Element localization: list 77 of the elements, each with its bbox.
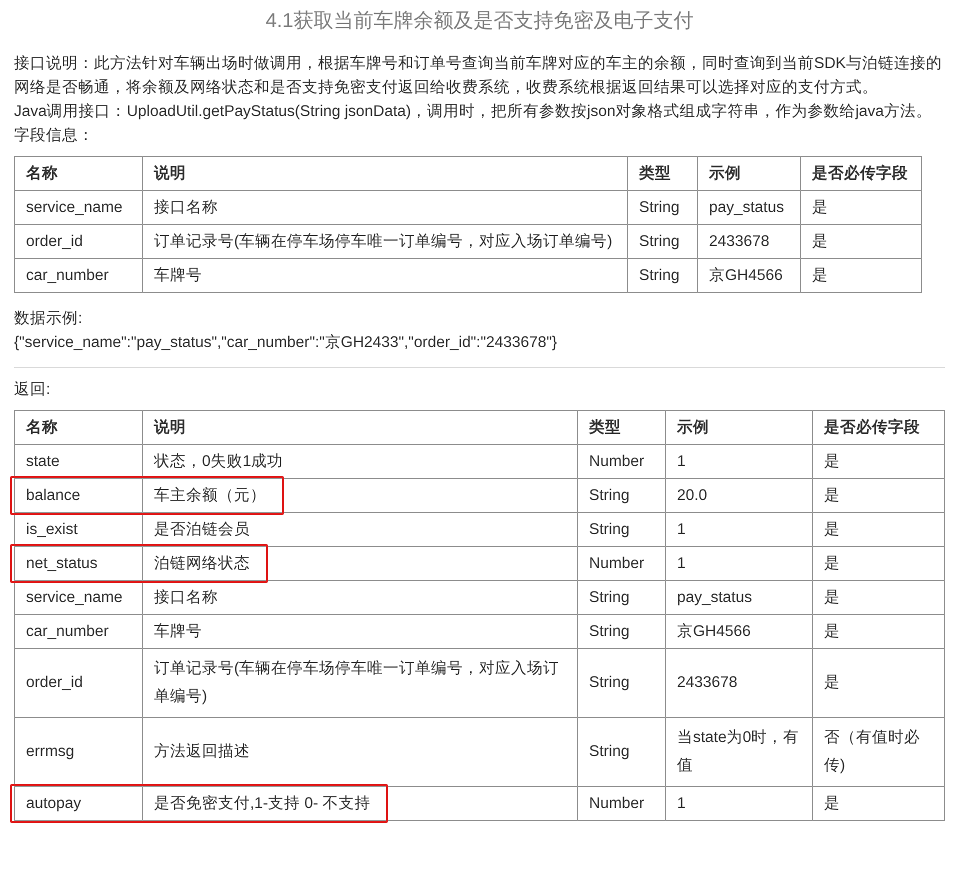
- table-cell: 是否泊链会员: [154, 521, 250, 538]
- table-cell: 接口名称: [142, 190, 628, 224]
- table-cell: 京GH4566: [666, 614, 812, 648]
- table-cell: 泊链网络状态: [154, 555, 250, 572]
- table-cell: String: [578, 512, 666, 546]
- table-cell: 1: [666, 444, 812, 478]
- table-cell: Number: [578, 786, 666, 820]
- table-cell: 状态，0失败1成功: [154, 453, 284, 470]
- column-header: 是否必传字段: [812, 410, 944, 444]
- table-cell: 是: [812, 512, 944, 546]
- paragraph: Java调用接口：UploadUtil.getPayStatus(String jsonData)，调用时，把所有参数按json对象格式组成字符串，作为参数给java方法。: [14, 102, 933, 122]
- table-cell: 2433678: [666, 648, 812, 718]
- page-title: 4.1获取当前车牌余额及是否支持免密及电子支付: [264, 9, 694, 34]
- example-label: 数据示例:: [14, 309, 84, 329]
- table-cell: 车牌号: [142, 258, 628, 292]
- table-cell: 方法返回描述: [154, 743, 250, 760]
- table-cell: String: [628, 224, 698, 258]
- table-cell: 订单记录号(车辆在停车场停车唯一订单编号，对应入场订单编号): [154, 660, 560, 705]
- column-header: 示例: [666, 410, 812, 444]
- json-example: {"service_name":"pay_status","car_number":"京GH2433","order_id":"2433678"}: [14, 333, 558, 353]
- return-label: 返回:: [14, 380, 52, 400]
- table-cell: String: [628, 190, 698, 224]
- table-cell: car_number: [14, 258, 142, 292]
- table-cell: String: [578, 648, 666, 718]
- table-cell: 是: [812, 614, 944, 648]
- table-cell: car_number: [14, 614, 142, 648]
- table-cell: 1: [666, 546, 812, 580]
- table-cell: 否（有值时必传): [812, 718, 944, 786]
- table-cell: String: [578, 580, 666, 614]
- table-cell: 1: [666, 786, 812, 820]
- column-header: 类型: [628, 156, 698, 190]
- column-header: 示例: [698, 156, 800, 190]
- column-header: 是否必传字段: [800, 156, 922, 190]
- table-cell: 1: [666, 512, 812, 546]
- paragraph: 接口说明：此方法针对车辆出场时做调用，根据车牌号和订单号查询当前车牌对应的车主的余额，同时查询到当前SDK与泊链连接的网络是否畅通，将余额及网络状态和是否支持免密支付返回给收费系统，收费系统根据返回结果可以选择对应的支付方式。: [14, 54, 943, 98]
- column-header: 名称: [14, 156, 142, 190]
- column-header: 名称: [14, 410, 142, 444]
- table-cell: 是: [800, 258, 922, 292]
- table-cell: Number: [578, 444, 666, 478]
- table-cell: 2433678: [698, 224, 800, 258]
- table-cell: state: [14, 444, 142, 478]
- table-cell: 是: [800, 224, 922, 258]
- table-cell: 是: [812, 444, 944, 478]
- table-cell: 车主余额（元）: [154, 487, 266, 504]
- table-cell: net_status: [14, 546, 142, 580]
- table-cell: String: [578, 718, 666, 786]
- table-cell: Number: [578, 546, 666, 580]
- table-cell: 20.0: [666, 478, 812, 512]
- table-cell: order_id: [14, 224, 142, 258]
- table-cell: service_name: [14, 580, 142, 614]
- table-cell: 是否免密支付,1-支持 0- 不支持: [154, 795, 370, 812]
- table-cell: service_name: [14, 190, 142, 224]
- table-cell: 是: [800, 190, 922, 224]
- table-cell: order_id: [14, 648, 142, 718]
- table-cell: 是: [812, 786, 944, 820]
- table-cell: String: [578, 478, 666, 512]
- table-cell: pay_status: [698, 190, 800, 224]
- table-cell: 接口名称: [154, 589, 218, 606]
- table-cell: 京GH4566: [698, 258, 800, 292]
- column-header: 说明: [142, 410, 578, 444]
- column-header: 类型: [578, 410, 666, 444]
- table-cell: 是: [812, 478, 944, 512]
- table-cell: String: [578, 614, 666, 648]
- paragraph: 字段信息：: [14, 126, 95, 146]
- table-cell: 车牌号: [154, 623, 202, 640]
- table-cell: String: [628, 258, 698, 292]
- table-cell: 订单记录号(车辆在停车场停车唯一订单编号，对应入场订单编号): [142, 224, 628, 258]
- table-cell: pay_status: [666, 580, 812, 614]
- column-header: 说明: [142, 156, 628, 190]
- table-cell: autopay: [14, 786, 142, 820]
- table-cell: balance: [14, 478, 142, 512]
- table-cell: errmsg: [14, 718, 142, 786]
- table-cell: 是: [812, 648, 944, 718]
- table-cell: 当state为0时，有值: [666, 718, 812, 786]
- table-cell: 是: [812, 580, 944, 614]
- table-cell: is_exist: [14, 512, 142, 546]
- table-cell: 是: [812, 546, 944, 580]
